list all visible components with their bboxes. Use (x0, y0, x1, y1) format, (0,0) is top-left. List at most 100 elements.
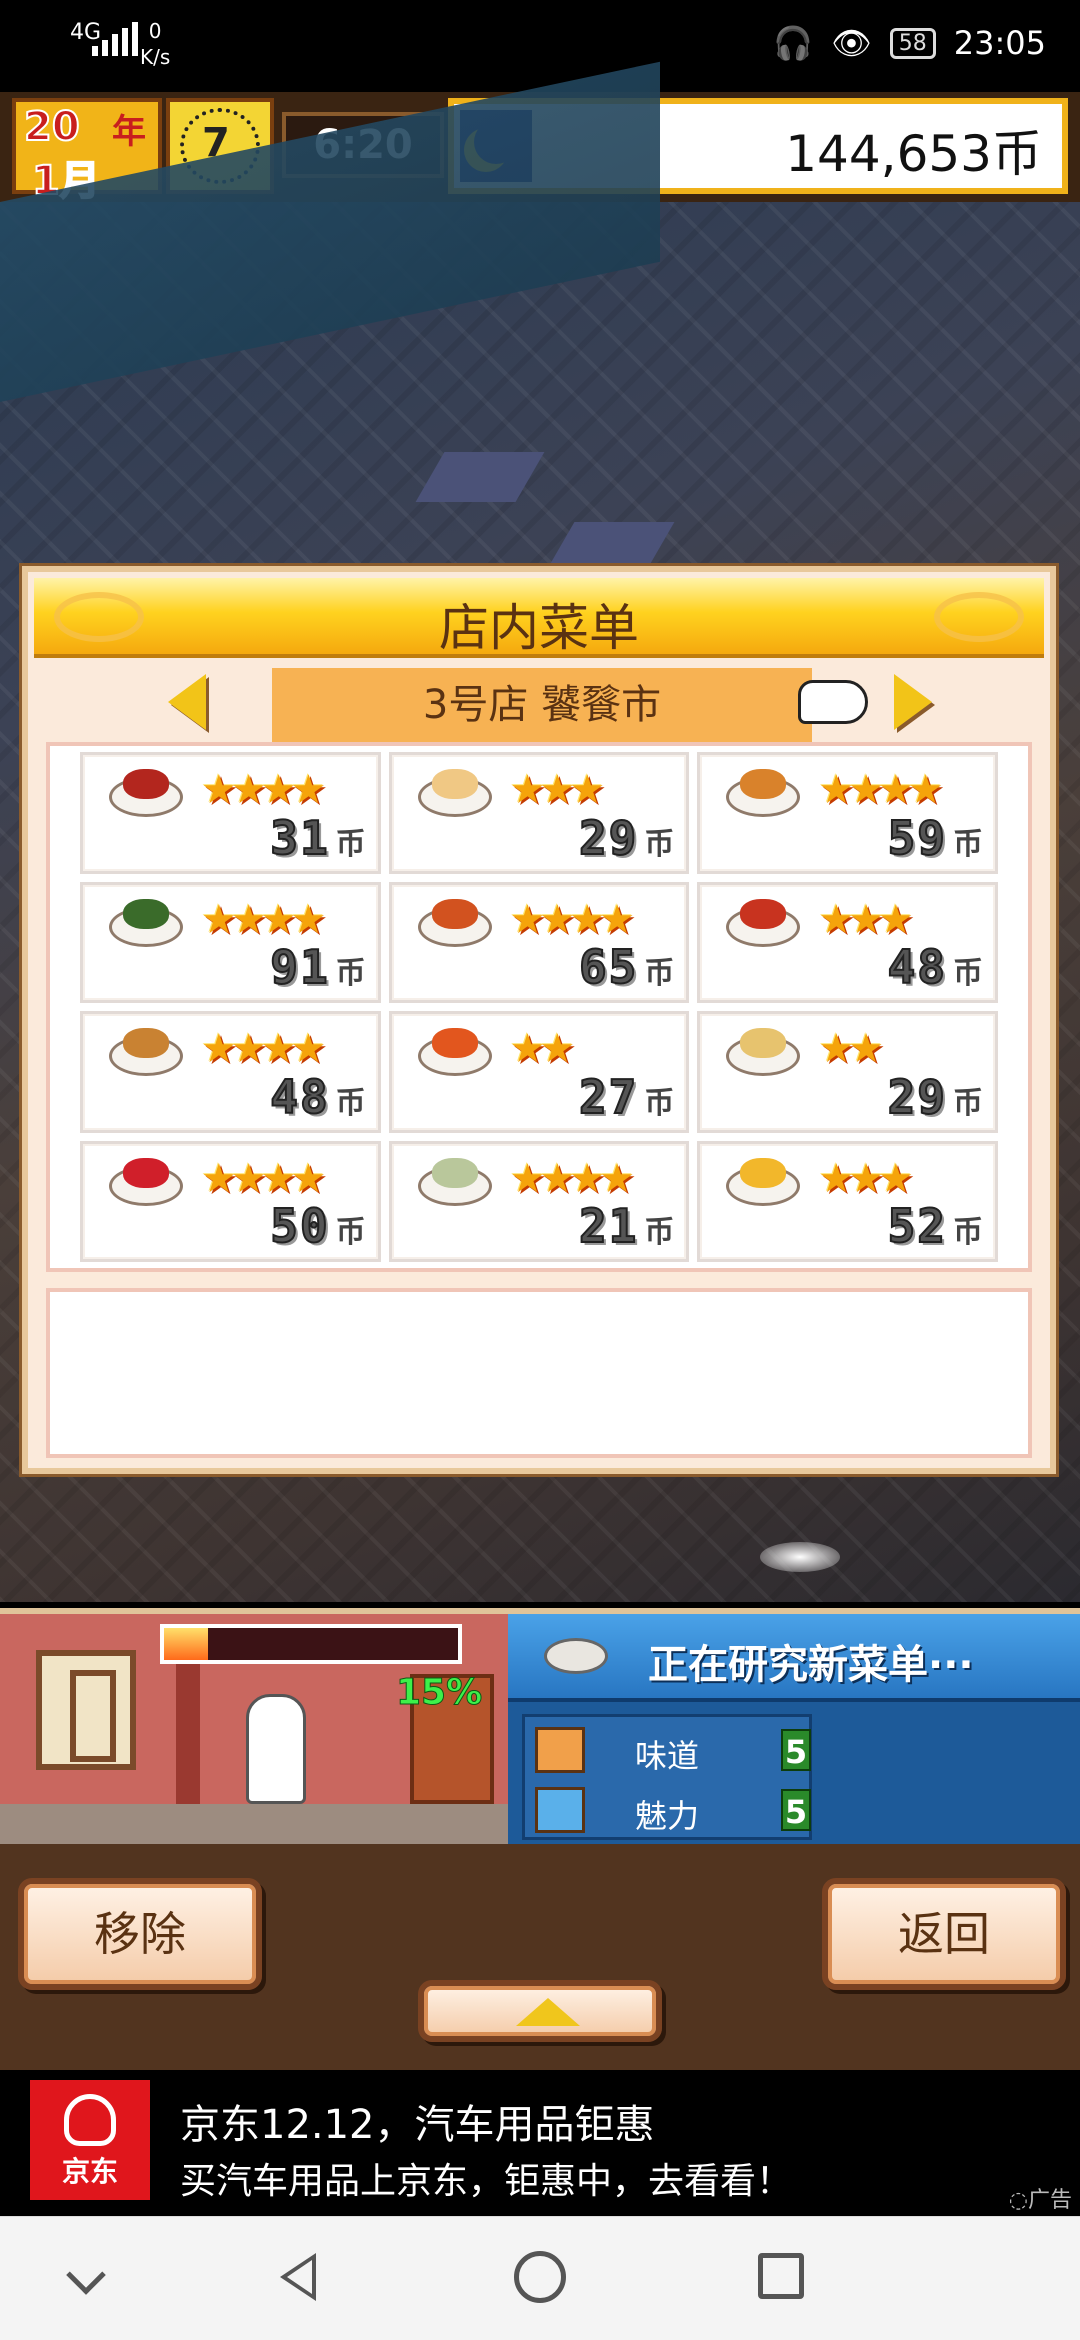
price-value: 48 (887, 939, 947, 995)
net-speed-value: 0 (148, 19, 162, 43)
price-value: 50 (269, 1198, 330, 1254)
stat-label: 魅力 (635, 1797, 700, 1835)
collapse-icon[interactable] (66, 2255, 106, 2295)
dish-price: 21 币 (578, 1198, 675, 1254)
dish-icon (740, 1028, 787, 1058)
menu-dish-item[interactable]: ★★★★ 91 币 (80, 881, 381, 1003)
stat-label: 味道 (635, 1737, 700, 1775)
dish-icon (123, 1028, 169, 1058)
price-value: 29 (578, 810, 639, 866)
rating-stars: ★★★ (818, 1155, 914, 1202)
price-value: 21 (578, 1198, 639, 1254)
shop-selector: 3号店 饕餮市 (28, 664, 1050, 748)
menu-dish-item[interactable]: ★★★★ 50 币 (80, 1140, 381, 1262)
price-unit: 币 (952, 1215, 983, 1250)
lamp-glow (760, 1542, 840, 1572)
dish-icon (740, 898, 787, 929)
stat-value: 5 (781, 1789, 811, 1831)
up-arrow-icon (516, 1998, 580, 2026)
ad-label: ◌广告 (1008, 2188, 1072, 2213)
menu-dish-item[interactable]: ★★★ 48 币 (697, 881, 998, 1003)
research-progress-fill (164, 1628, 209, 1660)
menu-title-bar: 店内菜单 (34, 578, 1044, 658)
price-value: 29 (887, 1069, 947, 1125)
research-stats: 味道 5 魅力 5 (522, 1714, 812, 1840)
back-button[interactable]: 返回 (822, 1878, 1066, 1990)
action-bar: 移除 返回 (0, 1844, 1080, 2070)
chef-sprite (246, 1694, 306, 1804)
rating-stars: ★★★★ (201, 1026, 326, 1072)
home-nav-icon[interactable] (514, 2251, 566, 2303)
research-status: 正在研究新菜单··· (648, 1642, 974, 1688)
price-value: 27 (578, 1069, 639, 1125)
rating-stars: ★★ (818, 1026, 884, 1072)
pointer-hand-icon (798, 680, 868, 724)
price-unit: 币 (644, 1085, 675, 1121)
status-bar: 4G 0 K/s 🎧 👁 58 23:05 (0, 0, 1080, 92)
price-value: 59 (887, 810, 947, 866)
dish-price: 29 币 (887, 1069, 983, 1125)
menu-dish-item[interactable]: ★★★★ 59 币 (697, 752, 998, 874)
research-panel: 正在研究新菜单··· 味道 5 魅力 5 (508, 1608, 1080, 1844)
menu-dialog: 店内菜单 3号店 饕餮市 ★★★★ 31 币 ★★★ 29 币 ★★★★ 59 币 ★★★★ 91 币… (22, 566, 1056, 1474)
dish-price: 91 币 (269, 939, 365, 995)
back-nav-icon[interactable] (280, 2253, 316, 2301)
price-unit: 币 (644, 826, 675, 862)
dish-icon (123, 1157, 169, 1188)
price-unit: 币 (644, 956, 675, 991)
price-value: 52 (887, 1198, 947, 1254)
next-shop-arrow-icon[interactable] (894, 674, 932, 730)
menu-dish-item[interactable]: ★★★★ 31 币 (80, 752, 381, 874)
stat-charm: 魅力 5 (525, 1779, 815, 1839)
menu-dish-item[interactable]: ★★★★ 48 币 (80, 1011, 381, 1133)
jd-logo-text: 京东 (61, 2155, 118, 2188)
price-unit: 币 (952, 956, 983, 991)
menu-dish-item[interactable]: ★★ 29 币 (697, 1011, 998, 1133)
price-unit: 币 (952, 826, 983, 862)
dish-price: 52 币 (887, 1198, 983, 1254)
ad-subline: 买汽车用品上京东，钜惠中，去看看！ (180, 2161, 793, 2202)
prev-shop-arrow-icon[interactable] (168, 674, 206, 730)
dish-icon (431, 1157, 478, 1188)
stat-taste: 味道 5 (525, 1719, 815, 1779)
rating-stars: ★★★★ (509, 896, 635, 943)
dish-price: 31 币 (269, 810, 366, 866)
year-number: 20 (23, 103, 81, 151)
menu-dish-item[interactable]: ★★★★ 65 币 (388, 881, 690, 1003)
rating-stars: ★★★★ (818, 767, 943, 813)
dish-icon (740, 769, 787, 799)
dish-price: 50 币 (269, 1198, 365, 1254)
dish-price: 65 币 (578, 939, 675, 995)
price-value: 31 (269, 810, 330, 866)
kitchen-floor (0, 1804, 508, 1844)
price-unit: 币 (644, 1215, 675, 1250)
rating-stars: ★★★★ (201, 767, 326, 813)
headphones-icon: 🎧 (773, 24, 814, 62)
menu-dish-item[interactable]: ★★★ 52 币 (697, 1140, 998, 1262)
research-header: 正在研究新菜单··· (508, 1614, 1080, 1702)
window-decoration (36, 1650, 136, 1770)
remove-button[interactable]: 移除 (18, 1878, 262, 1990)
rating-stars: ★★★★ (201, 1155, 326, 1202)
taste-icon (535, 1727, 585, 1773)
menu-title: 店内菜单 (439, 599, 639, 657)
stat-value: 5 (781, 1729, 811, 1771)
expand-button[interactable] (418, 1980, 662, 2042)
menu-dish-item[interactable]: ★★ 27 币 (388, 1011, 690, 1133)
menu-description-box (46, 1288, 1032, 1458)
research-progress-bar (160, 1624, 462, 1664)
year-label: 年 (112, 112, 146, 152)
dish-icon (431, 898, 478, 929)
ad-banner[interactable]: 京东 京东12.12，汽车用品钜惠 买汽车用品上京东，钜惠中，去看看！ ◌广告 (0, 2070, 1080, 2216)
price-value: 48 (269, 1069, 330, 1125)
kitchen-view: 15% (0, 1608, 508, 1844)
battery-icon: 58 (889, 27, 936, 59)
recents-nav-icon[interactable] (758, 2253, 804, 2299)
price-value: 91 (269, 939, 330, 995)
menu-dish-item[interactable]: ★★★★ 21 币 (388, 1140, 690, 1262)
menu-grid: ★★★★ 31 币 ★★★ 29 币 ★★★★ 59 币 ★★★★ 91 币 ★★★★ 65 币 ★★★ 48 币… (46, 742, 1032, 1272)
price-unit: 币 (335, 826, 366, 862)
menu-dish-item[interactable]: ★★★ 29 币 (388, 752, 690, 874)
dish-price: 59 币 (887, 810, 983, 866)
status-time: 23:05 (953, 24, 1046, 62)
